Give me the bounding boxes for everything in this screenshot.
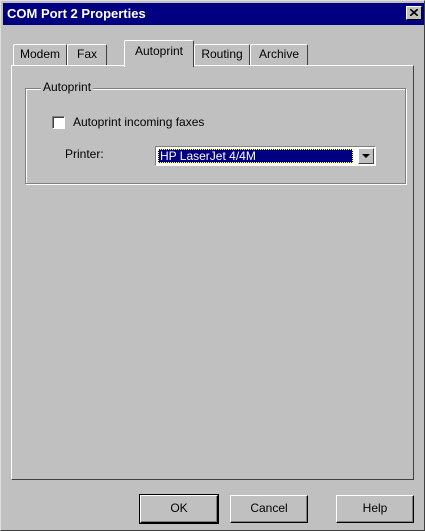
printer-dropdown-button[interactable]: [358, 148, 374, 164]
autoprint-group-label: Autoprint: [41, 80, 94, 94]
chevron-down-icon: [362, 154, 370, 158]
printer-select-value: HP LaserJet 4/4M: [158, 149, 353, 163]
tab-fax[interactable]: Fax: [67, 44, 107, 65]
close-icon: [410, 9, 418, 16]
tab-label: Routing: [201, 47, 243, 61]
autoprint-checkbox[interactable]: [52, 116, 65, 129]
tab-routing[interactable]: Routing: [194, 44, 250, 65]
ok-button[interactable]: OK: [139, 494, 219, 524]
autoprint-groupbox: [25, 88, 406, 184]
tab-label: Fax: [76, 47, 97, 61]
help-button[interactable]: Help: [336, 495, 414, 523]
close-button[interactable]: [406, 6, 422, 20]
tab-label: Archive: [258, 47, 299, 61]
cancel-button[interactable]: Cancel: [230, 495, 308, 523]
autoprint-checkbox-label[interactable]: Autoprint incoming faxes: [73, 115, 204, 129]
printer-select[interactable]: HP LaserJet 4/4M: [155, 146, 376, 166]
tab-modem[interactable]: Modem: [13, 44, 67, 65]
title-bar[interactable]: COM Port 2 Properties: [3, 3, 424, 25]
window-title: COM Port 2 Properties: [7, 6, 146, 21]
tab-label: Autoprint: [134, 44, 184, 58]
properties-dialog: COM Port 2 Properties Modem Fax Autoprin…: [0, 0, 425, 531]
tab-autoprint[interactable]: Autoprint: [124, 40, 194, 67]
printer-label: Printer:: [65, 147, 104, 161]
tab-archive[interactable]: Archive: [250, 44, 308, 65]
tab-label: Modem: [19, 47, 60, 61]
